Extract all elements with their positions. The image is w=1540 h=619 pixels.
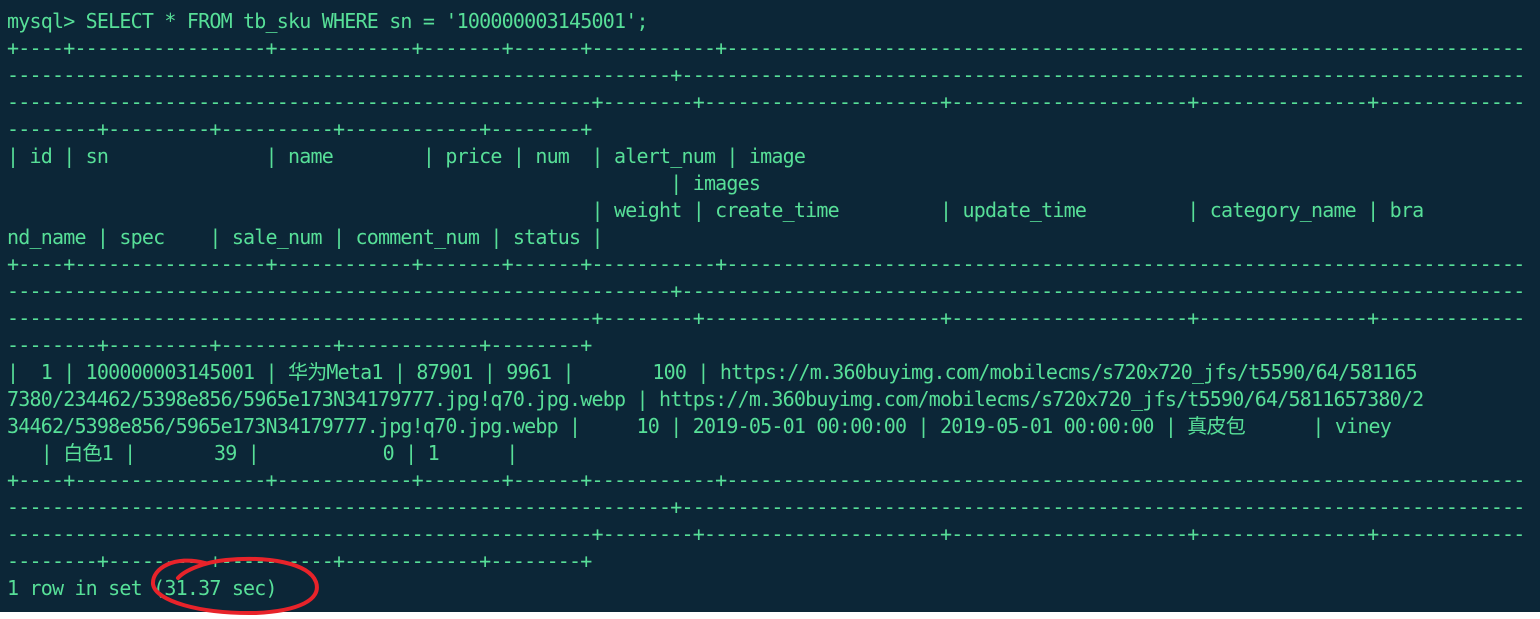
terminal-line-border: ----------------------------------------… — [7, 495, 1522, 519]
scrollbar-thumb[interactable] — [1524, 8, 1538, 128]
terminal-line-header: | weight | create_time | update_time | c… — [7, 198, 1425, 222]
terminal-line-border: ----------------------------------------… — [7, 63, 1522, 87]
terminal-line-border: ----------------------------------------… — [7, 90, 1522, 114]
terminal-line-border: --------+---------+----------+----------… — [7, 117, 592, 141]
terminal-line-border: ----------------------------------------… — [7, 279, 1522, 303]
terminal-line-header: nd_name | spec | sale_num | comment_num … — [7, 225, 604, 249]
terminal-line-data-row: 34462/5398e856/5965e173N34179777.jpg!q70… — [7, 414, 1392, 438]
terminal-line-result: 1 row in set (31.37 sec) — [7, 576, 278, 600]
terminal-line-data-row: 7380/234462/5398e856/5965e173N34179777.j… — [7, 387, 1424, 411]
terminal-line-border: +----+-----------------+------------+---… — [7, 252, 1522, 276]
terminal-line-border: +----+-----------------+------------+---… — [7, 468, 1522, 492]
terminal-line-header: | id | sn | name | price | num | alert_n… — [7, 144, 806, 168]
terminal-line-data-row: | 白色1 | 39 | 0 | 1 | — [7, 441, 519, 465]
terminal-line-header: | images — [7, 171, 761, 195]
terminal-line-data-row: | 1 | 100000003145001 | 华为Meta1 | 87901 … — [7, 360, 1418, 384]
terminal-line-border: --------+---------+----------+----------… — [7, 333, 592, 357]
vertical-scrollbar[interactable] — [1522, 0, 1540, 612]
terminal-line-border: +----+-----------------+------------+---… — [7, 36, 1522, 60]
terminal-line-border: ----------------------------------------… — [7, 522, 1522, 546]
terminal-line-border: --------+---------+----------+----------… — [7, 549, 592, 573]
terminal-line-command: mysql> SELECT * FROM tb_sku WHERE sn = '… — [7, 9, 649, 33]
terminal-window[interactable]: mysql> SELECT * FROM tb_sku WHERE sn = '… — [0, 0, 1522, 612]
terminal-line-border: ----------------------------------------… — [7, 306, 1522, 330]
